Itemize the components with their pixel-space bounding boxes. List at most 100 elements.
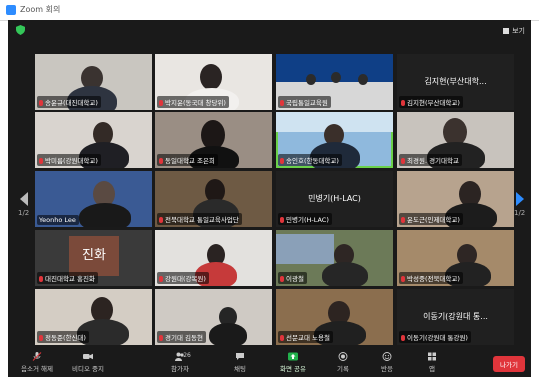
participant-head bbox=[306, 74, 316, 85]
chat-button[interactable]: 채팅 bbox=[228, 352, 252, 373]
participants-count: 26 bbox=[183, 352, 191, 359]
participant-body bbox=[322, 262, 368, 286]
arrow-right-icon bbox=[515, 192, 524, 206]
share-screen-button[interactable]: 화면 공유 bbox=[274, 352, 312, 373]
participant-tile[interactable]: 동일대학교 조은희 bbox=[155, 112, 272, 168]
mic-muted-icon bbox=[39, 100, 43, 106]
participant-name: 이광철 bbox=[278, 272, 307, 284]
participant-tile[interactable]: 선문교대 노용철 bbox=[276, 289, 393, 345]
reaction-smiley-icon bbox=[382, 352, 392, 361]
participant-name: 송인호(한동대학교) bbox=[278, 154, 342, 166]
participant-tile[interactable]: 경기대 김동현 bbox=[155, 289, 272, 345]
mic-muted-icon bbox=[39, 335, 43, 341]
participant-name: 국립통일교육원 bbox=[278, 96, 331, 108]
share-screen-icon bbox=[288, 352, 298, 361]
participant-name: 최경원. 경기대학교 bbox=[399, 154, 462, 166]
mic-muted-icon bbox=[280, 158, 284, 164]
participant-tile[interactable]: 윤도근(인제대학교) bbox=[397, 171, 514, 227]
mic-muted-icon bbox=[159, 335, 163, 341]
mic-muted-icon bbox=[280, 100, 284, 106]
record-label: 기록 bbox=[337, 365, 349, 373]
participant-display-name: 이동기(강원대 통... bbox=[423, 312, 488, 321]
next-page-number: 1/2 bbox=[514, 209, 526, 217]
reactions-button[interactable]: 반응 bbox=[376, 352, 398, 373]
wall-map bbox=[276, 234, 334, 264]
participant-tile-active-speaker[interactable]: 송인호(한동대학교) bbox=[276, 112, 393, 168]
participant-tile[interactable]: 김지현(부산대학... 김지현(부산대학교) bbox=[397, 54, 514, 110]
participant-tile[interactable]: 민병기(H-LAC) 민병기(H-LAC) bbox=[276, 171, 393, 227]
video-camera-icon bbox=[83, 353, 93, 360]
mic-muted-icon bbox=[401, 276, 405, 282]
apps-icon bbox=[428, 352, 436, 361]
participant-head bbox=[358, 74, 368, 85]
participant-tile[interactable]: 이동기(강원대 통... 이동기(강원대 통강원) bbox=[397, 289, 514, 345]
participant-name: 전북대학교 통일교육사업단 bbox=[157, 213, 242, 225]
next-page-button[interactable]: 1/2 bbox=[514, 192, 525, 217]
participant-name: 윤도근(인제대학교) bbox=[399, 213, 463, 225]
title-bar: Zoom 회의 bbox=[0, 0, 539, 21]
profile-card: 진화 bbox=[69, 236, 119, 276]
mic-muted-icon bbox=[401, 158, 405, 164]
reactions-label: 반응 bbox=[381, 365, 393, 373]
shield-icon[interactable] bbox=[16, 25, 25, 35]
apps-label: 앱 bbox=[429, 365, 435, 373]
participant-head bbox=[331, 72, 341, 83]
participant-tile[interactable]: Yeonho Lee bbox=[35, 171, 152, 227]
participant-name: 박미름(강원대학교) bbox=[37, 154, 101, 166]
arrow-left-icon bbox=[19, 192, 28, 206]
participant-tile[interactable]: 송윤규(대진대학교) bbox=[35, 54, 152, 110]
meeting-window: 보기 1/2 1/2 송윤규(대진대학교) 박지윤(동국대 창당위) 국립통일교… bbox=[8, 20, 531, 377]
stop-video-button[interactable]: 비디오 중지 bbox=[66, 352, 110, 373]
participant-tile[interactable]: 진화 대진대학교 홍진화 bbox=[35, 230, 152, 286]
window-title: Zoom 회의 bbox=[20, 5, 61, 14]
grid-icon bbox=[503, 28, 510, 34]
mic-muted-icon bbox=[39, 276, 43, 282]
participant-body bbox=[79, 203, 131, 227]
leave-meeting-button[interactable]: 나가기 bbox=[493, 356, 525, 372]
prev-page-number: 1/2 bbox=[18, 209, 30, 217]
stop-video-label: 비디오 중지 bbox=[72, 365, 104, 373]
view-button[interactable]: 보기 bbox=[503, 26, 525, 36]
participant-name: 박지윤(동국대 창당위) bbox=[157, 96, 229, 108]
view-label: 보기 bbox=[512, 27, 525, 35]
unmute-button[interactable]: 음소거 해제 bbox=[14, 352, 60, 373]
mic-muted-icon bbox=[280, 276, 284, 282]
participant-body bbox=[209, 323, 247, 345]
participant-name: 동일대학교 조은희 bbox=[157, 154, 218, 166]
zoom-app-icon bbox=[6, 5, 16, 15]
mic-muted-icon bbox=[159, 158, 163, 164]
record-button[interactable]: 기록 bbox=[332, 352, 354, 373]
participant-tile[interactable]: 최경원. 경기대학교 bbox=[397, 112, 514, 168]
mic-muted-icon bbox=[39, 158, 43, 164]
mic-muted-icon bbox=[401, 217, 405, 223]
meeting-toolbar: 음소거 해제 비디오 중지 26 참가자 채팅 화면 공유 기록 반응 앱 나가… bbox=[8, 350, 531, 377]
participant-name: 김지현(부산대학교) bbox=[399, 96, 463, 108]
participant-head bbox=[200, 64, 222, 90]
participant-tile[interactable]: 국립통일교육원 bbox=[276, 54, 393, 110]
participant-tile[interactable]: 이광철 bbox=[276, 230, 393, 286]
participant-tile[interactable]: 박미름(강원대학교) bbox=[35, 112, 152, 168]
apps-button[interactable]: 앱 bbox=[422, 352, 442, 373]
share-screen-label: 화면 공유 bbox=[280, 365, 306, 373]
participant-name: 선문교대 노용철 bbox=[278, 331, 333, 343]
participant-name: 박성중(전북대학교) bbox=[399, 272, 463, 284]
participant-name: 강원대(강복원) bbox=[157, 272, 209, 284]
mic-muted-icon bbox=[401, 335, 405, 341]
mic-muted-icon bbox=[159, 100, 163, 106]
participants-label: 참가자 bbox=[171, 365, 189, 373]
participant-tile[interactable]: 박성중(전북대학교) bbox=[397, 230, 514, 286]
participant-name: 민병기(H-LAC) bbox=[278, 213, 332, 225]
mic-muted-icon bbox=[280, 335, 284, 341]
participants-button[interactable]: 26 참가자 bbox=[164, 352, 196, 373]
participant-name: 이동기(강원대 통강원) bbox=[399, 331, 471, 343]
prev-page-button[interactable]: 1/2 bbox=[18, 192, 29, 217]
participant-tile[interactable]: 강원대(강복원) bbox=[155, 230, 272, 286]
participant-tile[interactable]: 전북대학교 통일교육사업단 bbox=[155, 171, 272, 227]
participant-name: 대진대학교 홍진화 bbox=[37, 272, 98, 284]
participant-display-name: 민병기(H-LAC) bbox=[308, 194, 361, 203]
participant-name: Yeonho Lee bbox=[37, 215, 79, 225]
unmute-label: 음소거 해제 bbox=[21, 365, 53, 373]
participant-tile[interactable]: 박지윤(동국대 창당위) bbox=[155, 54, 272, 110]
participant-name: 송윤규(대진대학교) bbox=[37, 96, 101, 108]
participant-tile[interactable]: 정동준(한신대) bbox=[35, 289, 152, 345]
